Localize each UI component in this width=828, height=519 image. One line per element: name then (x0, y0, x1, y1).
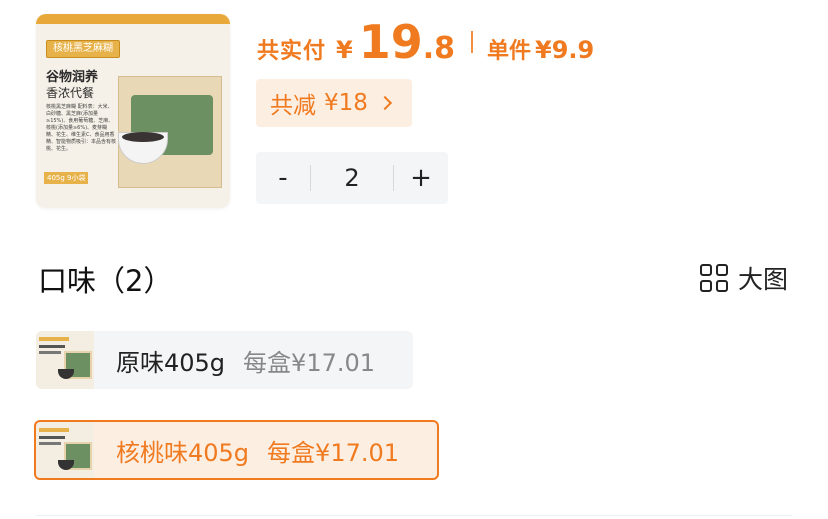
variant-thumbnail (36, 331, 94, 389)
unit-price-value: ¥9.9 (535, 36, 595, 64)
variant-price: 每盒¥17.01 (243, 348, 376, 377)
increment-button[interactable]: + (394, 152, 448, 204)
bowl-fill (122, 132, 164, 142)
total-price-integer: 19 (358, 15, 423, 69)
product-image[interactable]: 核桃黑芝麻糊 谷物润养 香浓代餐 核桃黑芝麻糊 配料表：大米、白砂糖、黑芝麻(添… (36, 14, 230, 208)
discount-value: ¥18 (324, 90, 368, 116)
variant-name: 原味405g (116, 348, 226, 377)
variant-option-original[interactable]: 原味405g 每盒¥17.01 (36, 331, 413, 389)
total-price-decimal: .8 (422, 31, 456, 66)
decrement-button[interactable]: - (256, 152, 310, 204)
discount-label: 共减 (270, 93, 316, 119)
quantity-stepper: - 2 + (256, 152, 448, 204)
large-view-label: 大图 (737, 265, 788, 294)
grid-icon (699, 264, 728, 292)
variant-name: 核桃味405g (116, 438, 250, 467)
box-slogan-1: 谷物润养 (46, 70, 99, 85)
product-box-illustration: 核桃黑芝麻糊 谷物润养 香浓代餐 核桃黑芝麻糊 配料表：大米、白砂糖、黑芝麻(添… (36, 14, 230, 208)
box-weight-tag: 405g 9小袋 (44, 172, 89, 184)
quantity-value[interactable]: 2 (311, 164, 393, 192)
price-divider (471, 31, 474, 53)
discount-button[interactable]: 共减 ¥18 (256, 79, 412, 127)
unit-price-label: 单件 (487, 39, 532, 64)
bottom-divider (36, 515, 792, 516)
box-ingredients: 核桃黑芝麻糊 配料表：大米、白砂糖、黑芝麻(添加量≥15%)、食用葡萄糖、芝麻、… (46, 104, 117, 152)
variant-option-walnut[interactable]: 核桃味405g 每盒¥17.01 (34, 420, 439, 480)
large-view-toggle[interactable]: 大图 (699, 260, 788, 296)
price-row: 共实付 ¥ 19 .8 单件 ¥9.9 (257, 14, 594, 70)
chevron-right-icon (377, 95, 392, 111)
box-top-band (36, 14, 230, 24)
variant-price: 每盒¥17.01 (267, 438, 400, 467)
box-slogan-2: 香浓代餐 (46, 86, 95, 100)
variant-thumbnail (36, 422, 94, 478)
total-paid-label: 共实付 (257, 39, 327, 64)
flavor-section-title: 口味（2） (38, 264, 173, 298)
box-name-tag: 核桃黑芝麻糊 (46, 40, 120, 58)
total-yen-symbol: ¥ (336, 36, 353, 64)
